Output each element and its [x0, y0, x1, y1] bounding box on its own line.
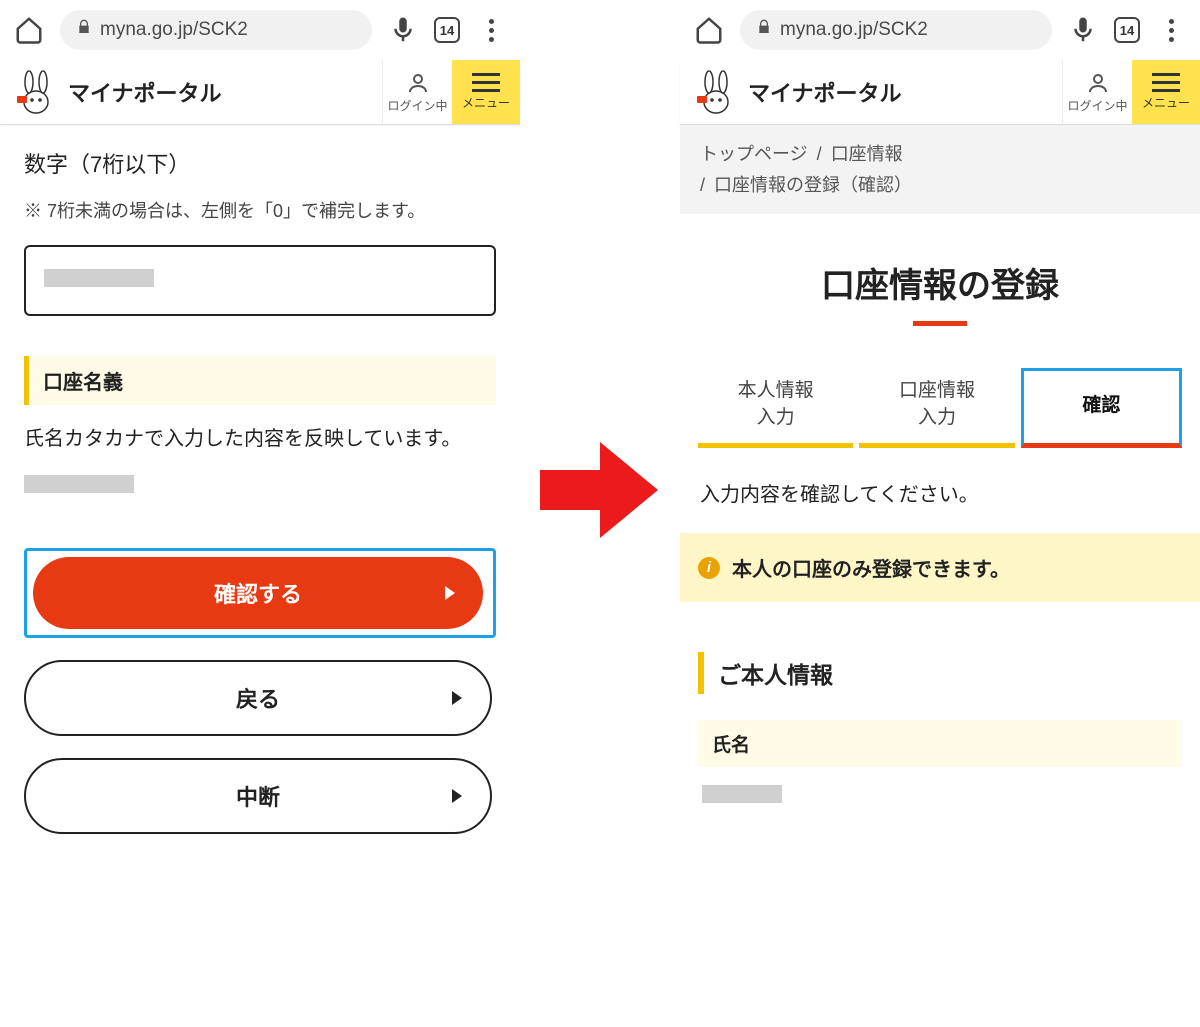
- field-hint: ※ 7桁未満の場合は、左側を「0」で補完します。: [24, 197, 496, 223]
- user-icon: [1086, 71, 1110, 95]
- name-field-label: 氏名: [698, 720, 1182, 767]
- logo-area[interactable]: マイナポータル: [0, 60, 382, 124]
- address-bar[interactable]: myna.go.jp/SCK2: [60, 10, 372, 50]
- url-text: myna.go.jp/SCK2: [100, 19, 248, 41]
- chevron-right-icon: [452, 789, 462, 803]
- info-icon: i: [698, 557, 720, 579]
- redacted-name-value: [702, 785, 782, 803]
- arrow-right-icon: [540, 440, 660, 540]
- app-name: マイナポータル: [68, 76, 222, 108]
- breadcrumb-item: 口座情報の登録（確認）: [714, 175, 912, 195]
- breadcrumb: トップページ / 口座情報 / 口座情報の登録（確認）: [680, 125, 1200, 214]
- breadcrumb-item[interactable]: トップページ: [700, 144, 808, 164]
- lock-icon: [756, 18, 772, 42]
- account-number-input[interactable]: [24, 245, 496, 316]
- url-text: myna.go.jp/SCK2: [780, 19, 928, 41]
- mic-icon[interactable]: [388, 15, 418, 45]
- user-icon: [406, 71, 430, 95]
- step-personal-info[interactable]: 本人情報 入力: [698, 368, 853, 448]
- personal-info-section-title: ご本人情報: [698, 652, 1182, 694]
- browser-chrome: myna.go.jp/SCK2 14: [0, 0, 520, 60]
- redacted-name: [24, 475, 134, 493]
- confirm-button[interactable]: 確認する: [33, 557, 483, 629]
- tab-switcher[interactable]: 14: [1114, 17, 1140, 43]
- step-account-info[interactable]: 口座情報 入力: [859, 368, 1014, 448]
- menu-button[interactable]: メニュー: [452, 60, 520, 124]
- app-name: マイナポータル: [748, 76, 902, 108]
- left-content: 数字（7桁以下） ※ 7桁未満の場合は、左側を「0」で補完します。 口座名義 氏…: [0, 125, 520, 878]
- tab-switcher[interactable]: 14: [434, 17, 460, 43]
- home-icon[interactable]: [14, 15, 44, 45]
- right-phone: myna.go.jp/SCK2 14 マイナポータル ログイン中 メニュー: [680, 0, 1200, 808]
- mic-icon[interactable]: [1068, 15, 1098, 45]
- kebab-menu-icon[interactable]: [1156, 15, 1186, 45]
- step-confirm[interactable]: 確認: [1021, 368, 1182, 448]
- back-button[interactable]: 戻る: [24, 660, 492, 736]
- field-label: 数字（7桁以下）: [24, 147, 496, 179]
- account-name-section-title: 口座名義: [24, 356, 496, 405]
- menu-button[interactable]: メニュー: [1132, 60, 1200, 124]
- chevron-right-icon: [452, 691, 462, 705]
- title-underline: [913, 321, 967, 326]
- bunny-logo-icon: [12, 68, 60, 116]
- address-bar[interactable]: myna.go.jp/SCK2: [740, 10, 1052, 50]
- bunny-logo-icon: [692, 68, 740, 116]
- hamburger-icon: [472, 73, 500, 92]
- breadcrumb-item[interactable]: 口座情報: [831, 144, 903, 164]
- chevron-right-icon: [445, 586, 455, 600]
- kebab-menu-icon[interactable]: [476, 15, 506, 45]
- cancel-button[interactable]: 中断: [24, 758, 492, 834]
- hamburger-icon: [1152, 73, 1180, 92]
- lock-icon: [76, 18, 92, 42]
- redacted-value: [44, 269, 154, 287]
- logo-area[interactable]: マイナポータル: [680, 60, 1062, 124]
- account-name-desc: 氏名カタカナで入力した内容を反映しています。: [24, 423, 496, 455]
- instruction-text: 入力内容を確認してください。: [680, 478, 1200, 533]
- home-icon[interactable]: [694, 15, 724, 45]
- page-title: 口座情報の登録: [680, 258, 1200, 307]
- app-header: マイナポータル ログイン中 メニュー: [0, 60, 520, 125]
- browser-chrome: myna.go.jp/SCK2 14: [680, 0, 1200, 60]
- app-header: マイナポータル ログイン中 メニュー: [680, 60, 1200, 125]
- notice-banner: i 本人の口座のみ登録できます。: [680, 533, 1200, 602]
- login-status[interactable]: ログイン中: [1062, 60, 1132, 124]
- login-status[interactable]: ログイン中: [382, 60, 452, 124]
- left-phone: myna.go.jp/SCK2 14 マイナポータル ログイン中 メニュー: [0, 0, 520, 878]
- transition-arrow: [520, 0, 680, 540]
- stepper: 本人情報 入力 口座情報 入力 確認: [680, 368, 1200, 448]
- confirm-button-highlight: 確認する: [24, 548, 496, 638]
